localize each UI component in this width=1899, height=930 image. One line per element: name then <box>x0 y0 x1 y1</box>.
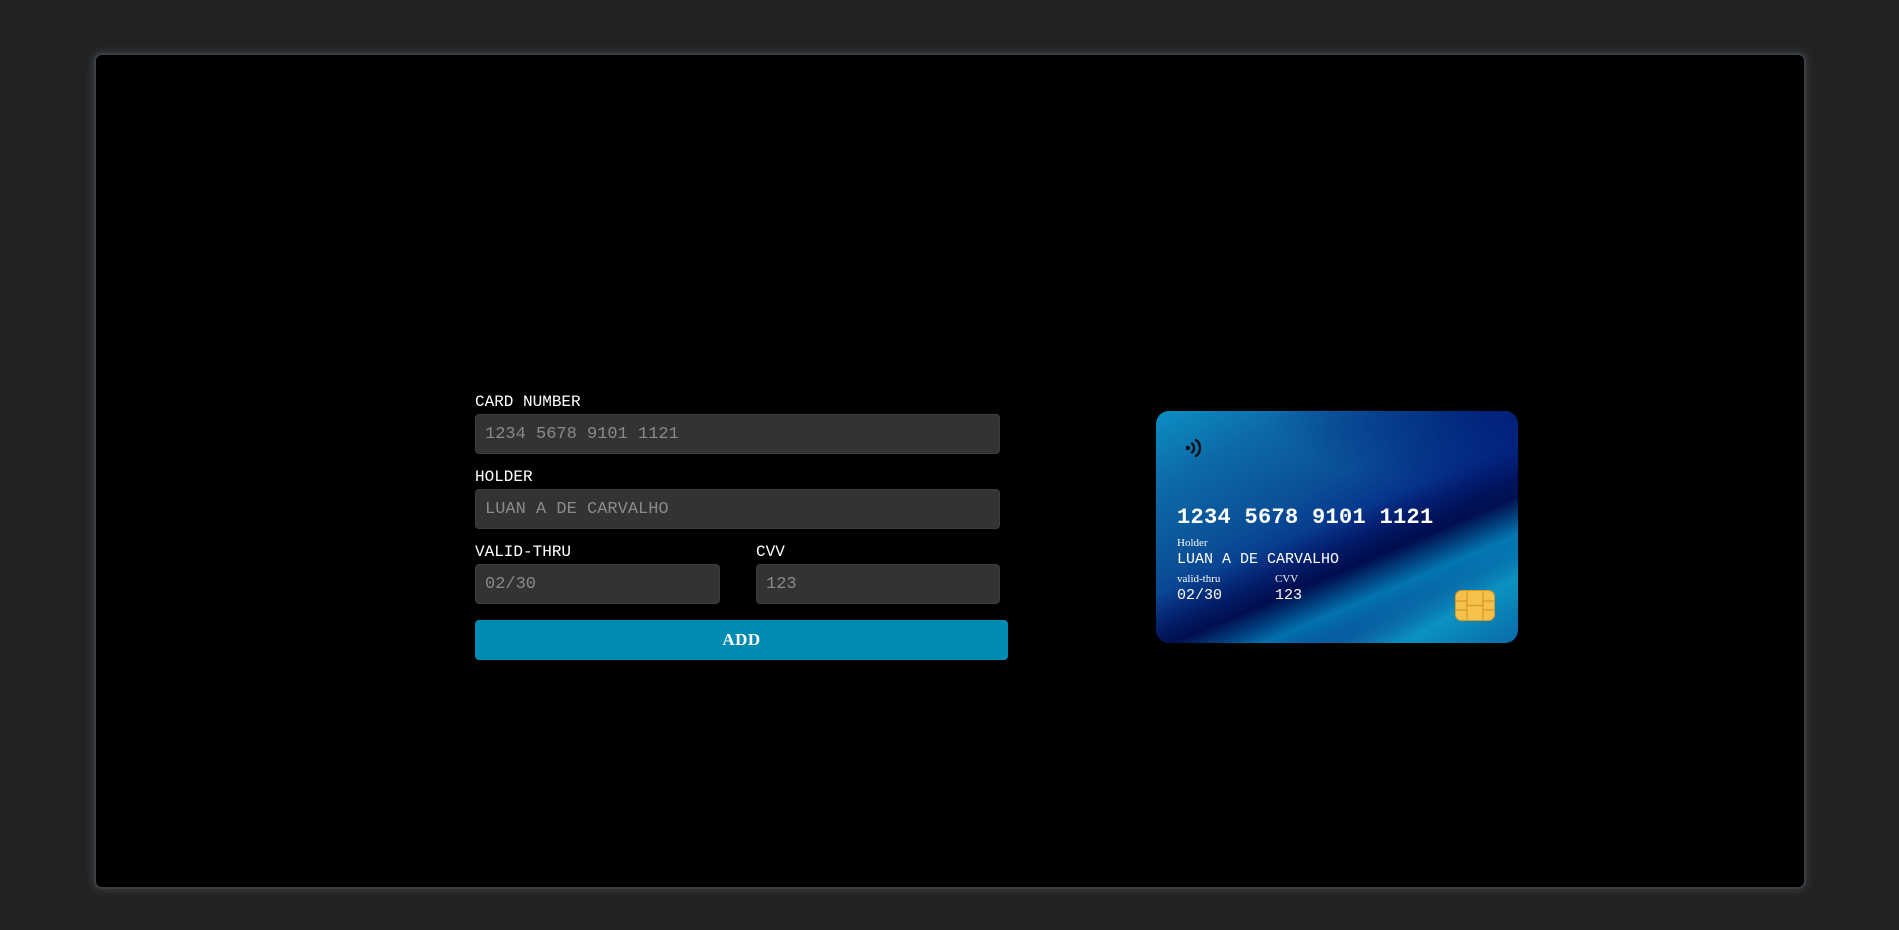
holder-label: HOLDER <box>475 468 533 486</box>
valid-thru-input[interactable] <box>475 564 720 604</box>
main-panel: CARD NUMBER HOLDER VALID-THRU CVV ADD 12… <box>94 53 1806 889</box>
cvv-input[interactable] <box>756 564 1000 604</box>
card-holder-name: LUAN A DE CARVALHO <box>1177 551 1340 568</box>
card-valid-thru-value: 02/30 <box>1177 587 1223 604</box>
valid-thru-label: VALID-THRU <box>475 543 572 561</box>
card-number-input[interactable] <box>475 414 1000 454</box>
cvv-label: CVV <box>756 543 785 561</box>
card-cvv-value: 123 <box>1275 587 1303 604</box>
card-number-label: CARD NUMBER <box>475 393 581 411</box>
card-valid-thru-label: valid-thru <box>1177 573 1221 585</box>
contactless-icon <box>1185 438 1202 458</box>
holder-input[interactable] <box>475 489 1000 529</box>
card-cvv-label: CVV <box>1275 573 1299 585</box>
card-holder-label: Holder <box>1177 537 1208 549</box>
chip-icon <box>1455 590 1495 621</box>
card-number-display: 1234 5678 9101 1121 <box>1177 505 1434 530</box>
add-button[interactable]: ADD <box>475 620 1008 660</box>
credit-card-preview: 1234 5678 9101 1121 Holder LUAN A DE CAR… <box>1156 411 1518 643</box>
